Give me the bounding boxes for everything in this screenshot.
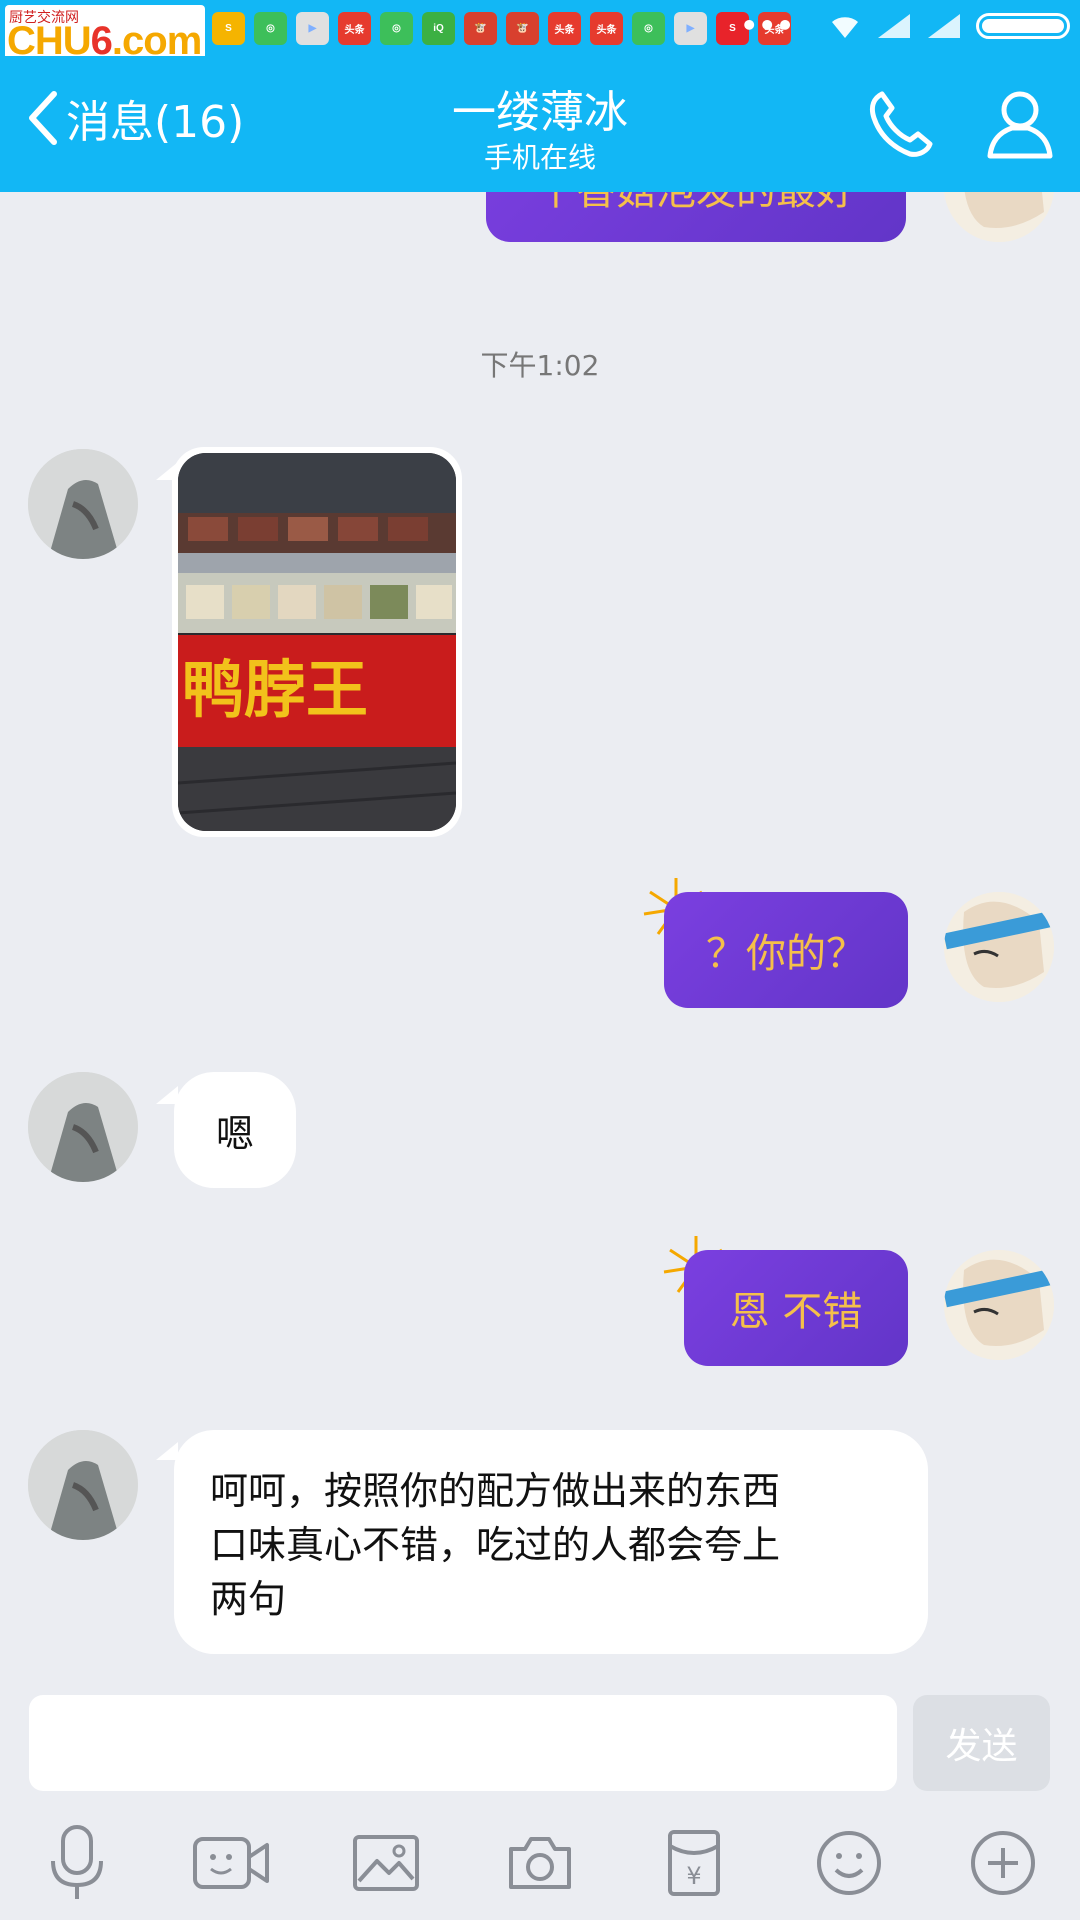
message-timestamp: 下午1:02	[480, 349, 600, 382]
voice-button[interactable]	[32, 1818, 122, 1908]
shared-photo[interactable]: 鸭脖王	[178, 453, 456, 831]
system-status: •••	[740, 12, 1070, 40]
contact-avatar[interactable]	[28, 1430, 138, 1540]
app-notification-icon: 🐮	[464, 12, 497, 45]
photo-sign-text: 鸭脖王	[182, 653, 368, 726]
battery-icon	[976, 13, 1070, 39]
emoji-button[interactable]	[804, 1818, 894, 1908]
chat-header: 消息(16) 一缕薄冰 手机在线	[0, 56, 1080, 192]
avatar-image	[944, 892, 1054, 1002]
input-toolbar: ¥	[0, 1818, 1080, 1908]
message-text-line: 两句	[210, 1577, 287, 1621]
message-input[interactable]	[29, 1695, 897, 1791]
signal-icon	[928, 14, 960, 38]
self-message-bubble[interactable]: ？你的？	[664, 892, 908, 1008]
message-text-line: 呵呵，按照你的配方做出来的东西	[210, 1469, 781, 1513]
app-notification-icon: iQ	[422, 12, 455, 45]
app-notification-icon: ▶	[674, 12, 707, 45]
person-icon	[987, 91, 1053, 159]
notification-icons: S ◎ ▶ 头条 ◎ iQ 🐮 🐮 头条 头条 ◎ ▶ S 头条	[212, 12, 791, 45]
message-list[interactable]: 千香菇泡发的最好 下午1:02	[0, 192, 1080, 1672]
app-notification-icon: 🐮	[506, 12, 539, 45]
self-avatar[interactable]	[944, 1250, 1054, 1360]
contact-message-bubble[interactable]: 呵呵，按照你的配方做出来的东西 口味真心不错，吃过的人都会夸上 两句	[174, 1430, 928, 1654]
self-avatar[interactable]	[944, 192, 1054, 242]
avatar-image	[944, 192, 1054, 242]
plus-icon	[970, 1831, 1035, 1895]
signal-icon	[878, 14, 910, 38]
wifi-icon	[832, 17, 858, 38]
photo-album-button[interactable]	[341, 1818, 431, 1908]
more-options-button[interactable]	[958, 1818, 1048, 1908]
app-notification-icon: 头条	[338, 12, 371, 45]
app-notification-icon: ◎	[632, 12, 665, 45]
contact-profile-button[interactable]	[980, 84, 1060, 164]
app-notification-icon: 头条	[590, 12, 623, 45]
avatar-image	[944, 1250, 1054, 1360]
status-bar: 厨艺交流网 CHU6.com S ◎ ▶ 头条 ◎ iQ 🐮 🐮 头条 头条 ◎…	[0, 0, 1080, 69]
phone-call-button[interactable]	[860, 84, 940, 164]
svg-text:¥: ¥	[687, 1862, 702, 1890]
more-notifications-icon: •••	[740, 9, 794, 42]
mic-icon	[51, 1825, 104, 1899]
app-notification-icon: ◎	[380, 12, 413, 45]
composer: 发送	[0, 1695, 1080, 1791]
phone-icon	[869, 91, 933, 157]
app-notification-icon: ◎	[254, 12, 287, 45]
red-packet-button[interactable]: ¥	[649, 1818, 739, 1908]
red-packet-icon: ¥	[668, 1830, 721, 1896]
self-message-bubble[interactable]: 千香菇泡发的最好	[486, 192, 906, 242]
video-call-button[interactable]	[186, 1818, 276, 1908]
avatar-image	[28, 1430, 138, 1540]
message-text: ？你的？	[706, 931, 866, 977]
contact-message-bubble[interactable]: 嗯	[174, 1072, 296, 1188]
image-message-bubble[interactable]: 鸭脖王	[172, 447, 462, 837]
message-text: 恩 不错	[729, 1289, 863, 1335]
camera-button[interactable]	[495, 1818, 585, 1908]
app-notification-icon: 头条	[548, 12, 581, 45]
message-text: 嗯	[215, 1111, 254, 1156]
self-avatar[interactable]	[944, 892, 1054, 1002]
self-message-bubble[interactable]: 恩 不错	[684, 1250, 908, 1366]
image-icon	[352, 1835, 419, 1891]
avatar-image	[28, 1072, 138, 1182]
contact-avatar[interactable]	[28, 449, 138, 559]
video-icon	[193, 1837, 270, 1889]
message-text-line: 口味真心不错，吃过的人都会夸上	[210, 1523, 781, 1567]
message-text: 千香菇泡发的最好	[536, 192, 856, 216]
app-notification-icon: S	[212, 12, 245, 45]
send-button[interactable]: 发送	[913, 1695, 1050, 1791]
contact-avatar[interactable]	[28, 1072, 138, 1182]
app-notification-icon: ▶	[296, 12, 329, 45]
camera-icon	[508, 1837, 571, 1889]
bubble-tail	[156, 1442, 178, 1460]
avatar-image	[28, 449, 138, 559]
emoji-icon	[816, 1831, 881, 1895]
